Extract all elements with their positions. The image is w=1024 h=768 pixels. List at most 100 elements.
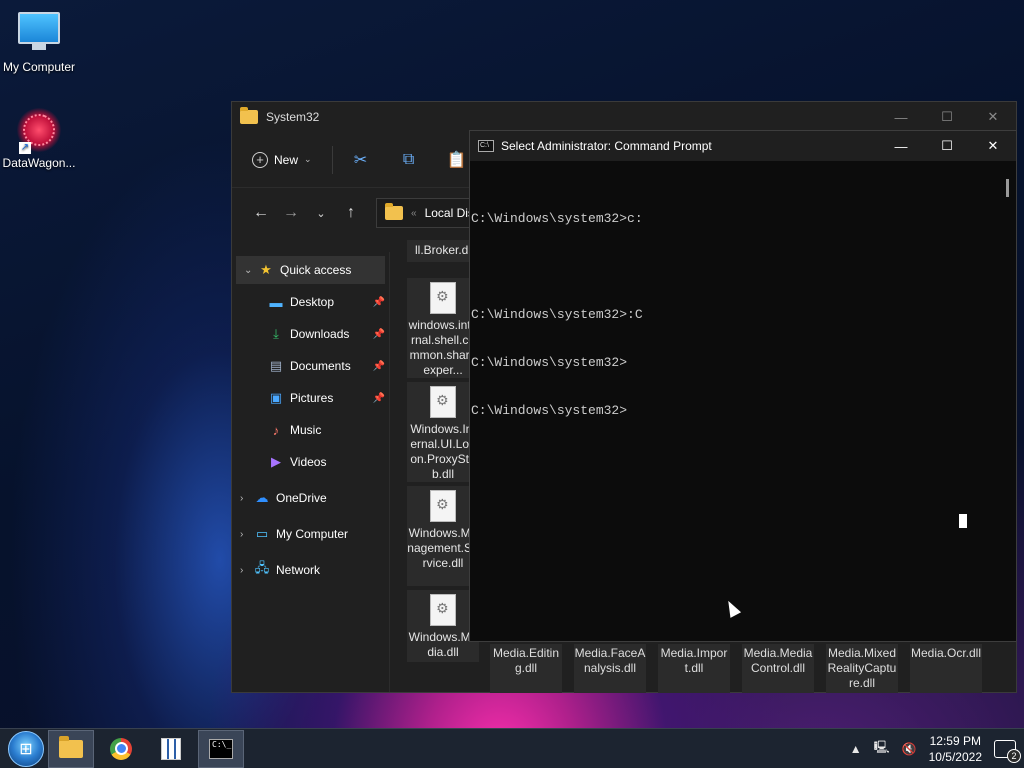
taskbar-command-prompt[interactable]: C:\_ [198, 729, 244, 768]
pin-icon: 📌 [372, 328, 385, 340]
dll-file-icon [430, 490, 456, 522]
file-item[interactable]: Media.Ocr.dll [910, 644, 982, 693]
navigation-pane: ⌄ ★ Quick access ▬ Desktop 📌 ⤓ Downloads… [232, 252, 390, 692]
nav-label: Network [276, 563, 321, 577]
expand-chevron-icon[interactable]: › [240, 565, 254, 576]
file-row: Media.Editing.dll Media.FaceAnalysis.dll… [490, 644, 982, 693]
file-item[interactable]: Media.MediaControl.dll [742, 644, 814, 693]
desktop-icon-label: My Computer [2, 60, 76, 74]
toolbar-divider [331, 145, 333, 174]
forward-button[interactable]: → [276, 204, 306, 222]
cmd-titlebar[interactable]: C:\ Select Administrator: Command Prompt… [470, 131, 1016, 161]
desktop-icon-label: DataWagon... [2, 156, 76, 170]
nav-label: Quick access [280, 263, 352, 277]
minimize-button[interactable]: — [878, 131, 924, 161]
recent-locations-button[interactable]: ⌄ [306, 207, 336, 220]
nav-label: Pictures [290, 391, 334, 405]
pin-icon: 📌 [372, 360, 385, 372]
nav-onedrive[interactable]: › ☁ OneDrive [232, 484, 389, 512]
dll-file-icon [430, 594, 456, 626]
taskbar: ⊞ C:\_ ▲ 🖳 🔇 12:59 PM 10/5/2022 2 [0, 728, 1024, 768]
nav-my-computer[interactable]: › ▭ My Computer [232, 520, 389, 548]
pin-icon: 📌 [372, 392, 385, 404]
collapse-chevron-icon[interactable]: ⌄ [244, 265, 258, 276]
start-button[interactable]: ⊞ [8, 730, 44, 767]
pictures-icon: ▣ [269, 390, 283, 405]
file-item[interactable]: Media.FaceAnalysis.dll [574, 644, 646, 693]
document-icon: ▤ [269, 358, 283, 373]
explorer-titlebar[interactable]: System32 — ☐ ✕ [232, 102, 1016, 132]
file-item[interactable]: Media.Import.dll [658, 644, 730, 693]
new-button-label: New [274, 152, 299, 167]
computer-icon: ▭ [255, 526, 269, 541]
nav-desktop[interactable]: ▬ Desktop 📌 [232, 288, 389, 316]
notification-count-badge: 2 [1007, 748, 1021, 763]
console-line: C:\Windows\system32>c: [471, 211, 643, 226]
show-hidden-icons-button[interactable]: ▲ [850, 742, 862, 756]
desktop-icon-datawagon[interactable]: ↗ DataWagon... [0, 108, 78, 170]
notification-center-button[interactable]: 2 [994, 739, 1021, 763]
close-button[interactable]: ✕ [970, 131, 1016, 161]
plus-icon: + [252, 151, 268, 168]
cut-icon[interactable]: ✂ [351, 150, 371, 170]
cloud-icon: ☁ [255, 490, 269, 505]
back-button[interactable]: ← [246, 204, 276, 222]
nav-music[interactable]: ♪ Music [232, 416, 389, 444]
nav-documents[interactable]: ▤ Documents 📌 [232, 352, 389, 380]
scrollbar-thumb[interactable] [1006, 179, 1009, 197]
minimize-button[interactable]: — [878, 102, 924, 132]
maximize-button[interactable]: ☐ [924, 102, 970, 132]
file-item[interactable]: Media.MixedRealityCapture.dll [826, 644, 898, 693]
library-icon [161, 737, 181, 760]
datawagon-app-icon: ↗ [17, 108, 61, 154]
terminal-icon: C:\_ [209, 738, 233, 759]
nav-quick-access[interactable]: ⌄ ★ Quick access [236, 256, 385, 284]
folder-icon [59, 735, 83, 758]
nav-label: Desktop [290, 295, 335, 309]
copy-icon[interactable]: ⧉ [399, 150, 419, 170]
new-button[interactable]: + New ⌄ [252, 151, 312, 168]
nav-label: Videos [290, 455, 327, 469]
nav-downloads[interactable]: ⤓ Downloads 📌 [232, 320, 389, 348]
music-icon: ♪ [272, 422, 280, 438]
maximize-button[interactable]: ☐ [924, 131, 970, 161]
expand-chevron-icon[interactable]: › [240, 493, 254, 504]
folder-icon [240, 107, 258, 124]
expand-chevron-icon[interactable]: › [240, 529, 254, 540]
nav-videos[interactable]: ▶ Videos [232, 448, 389, 476]
nav-label: My Computer [276, 527, 349, 541]
nav-label: Music [290, 423, 322, 437]
nav-label: Downloads [290, 327, 350, 341]
text-cursor [959, 514, 967, 528]
dll-file-icon [430, 282, 456, 314]
chevron-down-icon: ⌄ [304, 154, 312, 164]
up-button[interactable]: ↑ [336, 204, 366, 222]
command-prompt-window: C:\ Select Administrator: Command Prompt… [469, 130, 1017, 642]
taskbar-file-explorer[interactable] [48, 729, 94, 768]
close-button[interactable]: ✕ [970, 102, 1016, 132]
network-icon: 🖧 [254, 560, 270, 575]
nav-pictures[interactable]: ▣ Pictures 📌 [232, 384, 389, 412]
nav-label: Documents [290, 359, 351, 373]
volume-muted-icon[interactable]: 🔇 [902, 742, 917, 756]
console-output[interactable]: C:\Windows\system32>c: C:\Windows\system… [470, 161, 1016, 451]
console-line: C:\Windows\system32> [471, 403, 628, 418]
clock[interactable]: 12:59 PM 10/5/2022 [929, 733, 982, 765]
console-line: C:\Windows\system32> [471, 355, 628, 370]
file-item[interactable]: Media.Editing.dll [490, 644, 562, 693]
clock-time: 12:59 PM [929, 733, 981, 748]
desktop-icon-my-computer[interactable]: My Computer [0, 8, 78, 74]
taskbar-library[interactable] [148, 730, 194, 768]
chevron-icon: « [411, 207, 417, 219]
dll-file-icon [430, 386, 456, 418]
clock-date: 10/5/2022 [928, 749, 982, 764]
window-title: Select Administrator: Command Prompt [501, 139, 712, 153]
shortcut-arrow-icon: ↗ [19, 142, 31, 154]
paste-icon[interactable]: 📋 [447, 150, 467, 170]
nav-network[interactable]: › 🖧 Network [232, 556, 389, 584]
taskbar-chrome[interactable] [98, 730, 144, 768]
console-line: C:\Windows\system32>:C [471, 307, 643, 322]
network-status-icon[interactable]: 🖳 [874, 738, 890, 759]
folder-icon [385, 203, 403, 220]
